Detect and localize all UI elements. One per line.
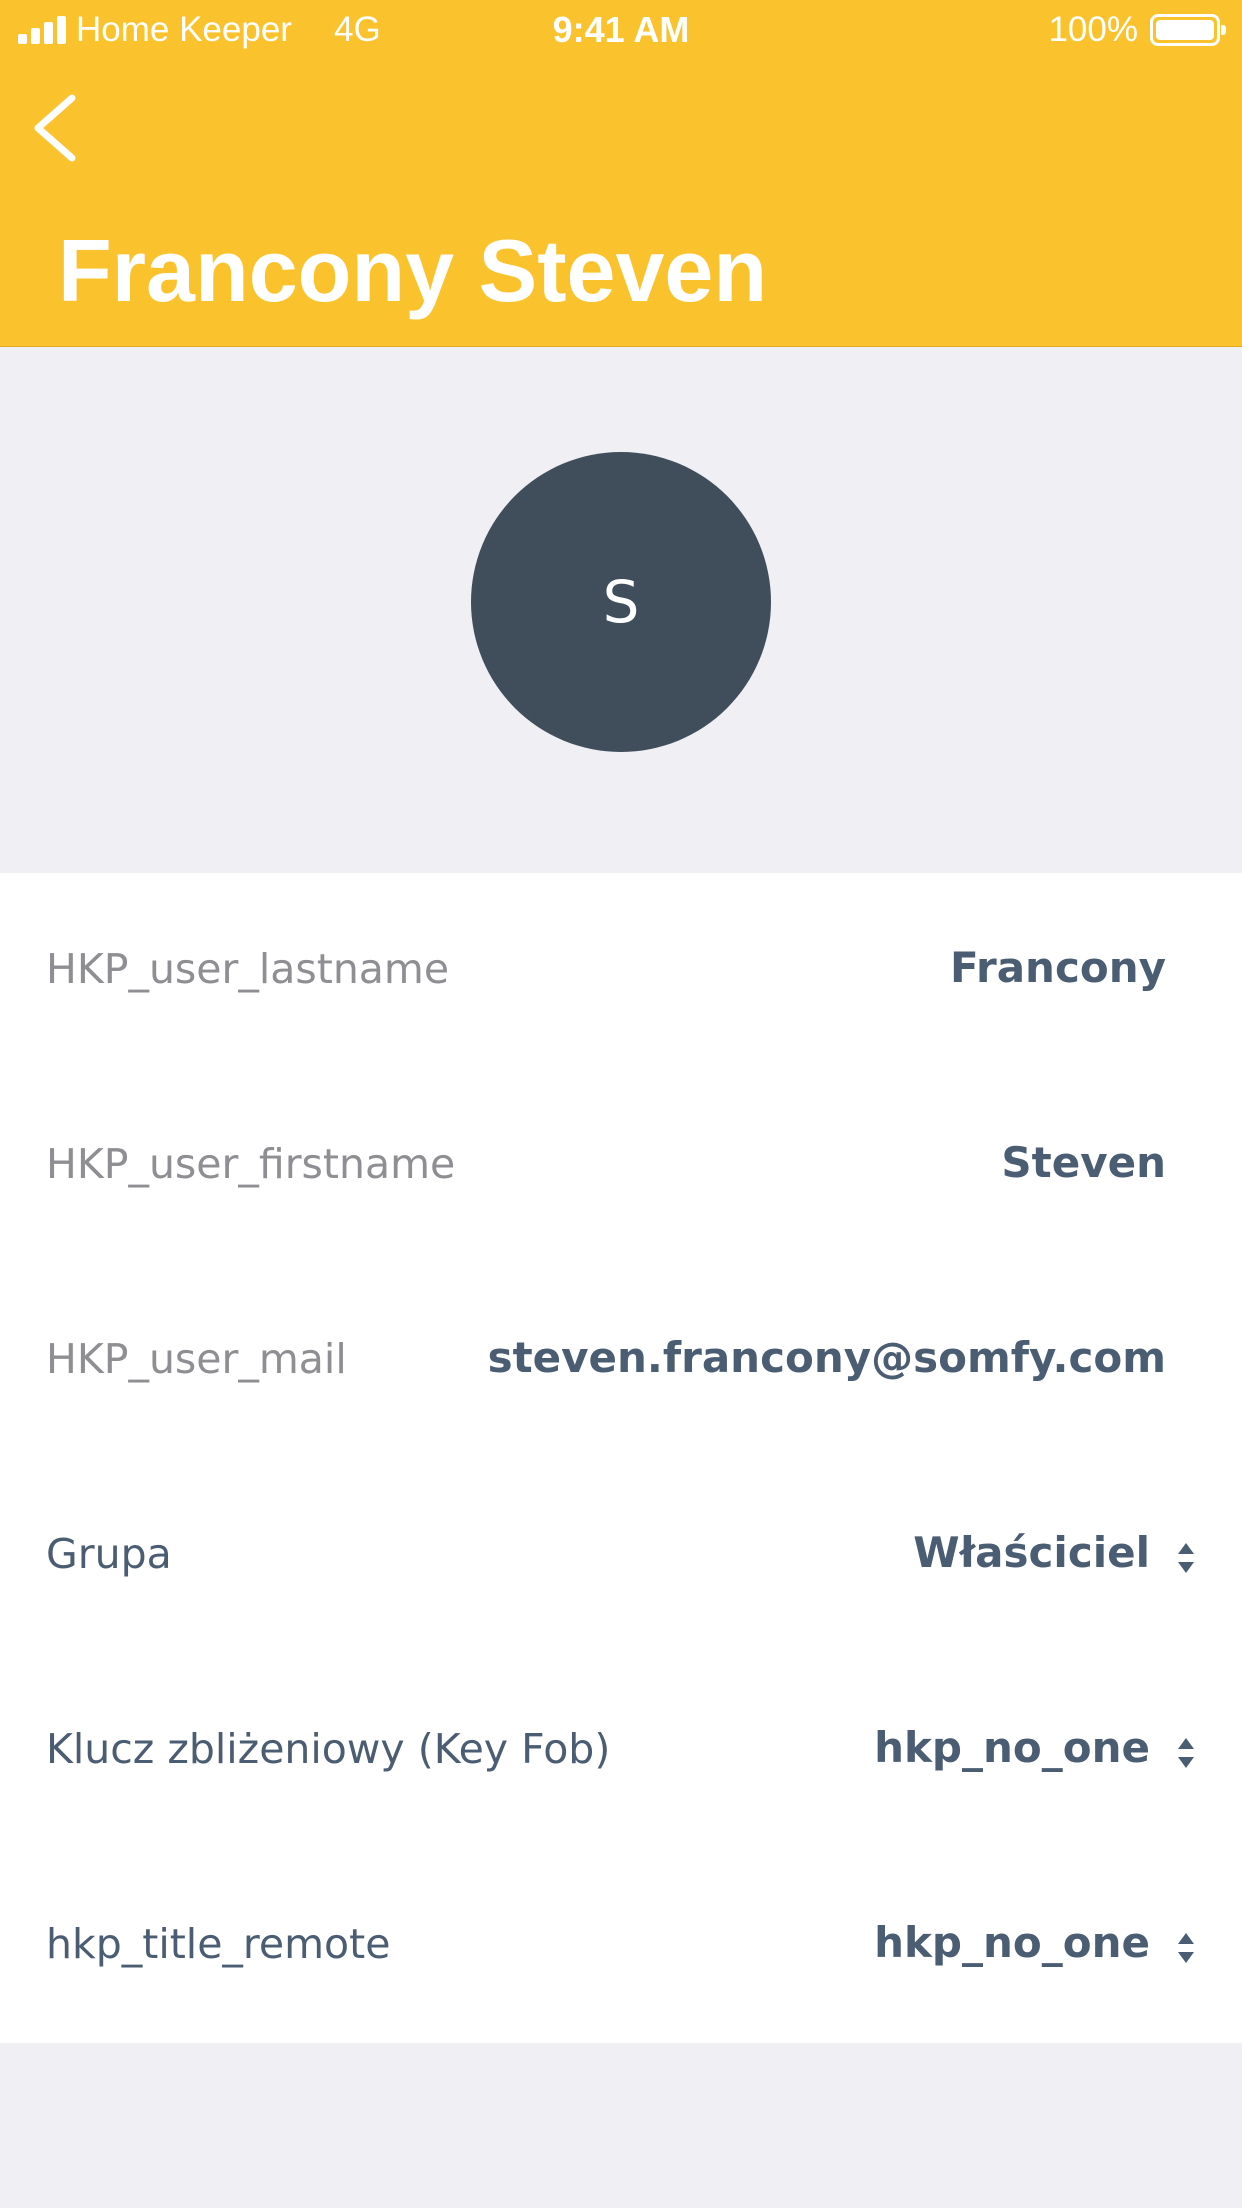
key-fob-label: Klucz zbliżeniowy (Key Fob)	[46, 1725, 611, 1773]
sort-arrows-icon[interactable]	[1176, 1932, 1196, 1964]
email-value[interactable]: steven.francony@somfy.com	[488, 1333, 1166, 1382]
chevron-left-icon	[34, 94, 76, 162]
remote-value[interactable]: hkp_no_one	[874, 1918, 1150, 1967]
status-bar: Home Keeper 4G 9:41 AM 100%	[0, 0, 1242, 62]
key-fob-select-row[interactable]: Klucz zbliżeniowy (Key Fob) hkp_no_one	[0, 1653, 1242, 1848]
avatar[interactable]: S	[471, 452, 771, 752]
group-label: Grupa	[46, 1530, 172, 1578]
group-value[interactable]: Właściciel	[913, 1528, 1150, 1577]
key-fob-value[interactable]: hkp_no_one	[874, 1723, 1150, 1772]
sort-arrows-icon[interactable]	[1176, 1542, 1196, 1574]
group-select-row[interactable]: Grupa Właściciel	[0, 1458, 1242, 1653]
remote-select-row[interactable]: hkp_title_remote hkp_no_one	[0, 1848, 1242, 2043]
remote-label: hkp_title_remote	[46, 1920, 391, 1968]
header-bar: Home Keeper 4G 9:41 AM 100% Francony Ste…	[0, 0, 1242, 347]
battery-icon	[1150, 14, 1226, 46]
user-details-form: HKP_user_lastname Francony HKP_user_firs…	[0, 873, 1242, 2043]
email-label: HKP_user_mail	[46, 1335, 347, 1383]
page-title: Francony Steven	[58, 221, 768, 320]
avatar-section: S	[0, 348, 1242, 873]
lastname-row[interactable]: HKP_user_lastname Francony	[0, 873, 1242, 1068]
back-button[interactable]	[26, 90, 90, 166]
email-row[interactable]: HKP_user_mail steven.francony@somfy.com	[0, 1263, 1242, 1458]
avatar-initial: S	[602, 568, 640, 636]
firstname-label: HKP_user_firstname	[46, 1140, 456, 1188]
sort-arrows-icon[interactable]	[1176, 1737, 1196, 1769]
lastname-label: HKP_user_lastname	[46, 945, 450, 993]
firstname-row[interactable]: HKP_user_firstname Steven	[0, 1068, 1242, 1263]
lastname-value[interactable]: Francony	[950, 943, 1166, 992]
battery-percent: 100%	[1048, 10, 1138, 49]
firstname-value[interactable]: Steven	[1001, 1138, 1166, 1187]
